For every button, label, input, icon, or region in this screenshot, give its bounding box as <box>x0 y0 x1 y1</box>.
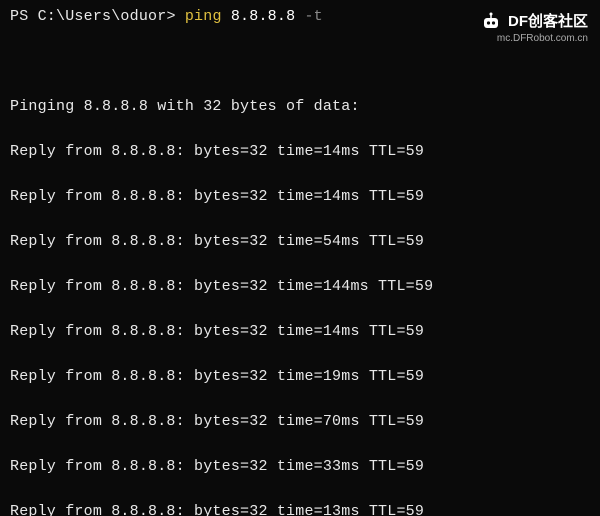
ping-header: Pinging 8.8.8.8 with 32 bytes of data: <box>10 96 590 119</box>
blank-line <box>10 51 590 74</box>
ping-reply: Reply from 8.8.8.8: bytes=32 time=144ms … <box>10 276 590 299</box>
watermark-sub: mc.DFRobot.com.cn <box>480 33 588 44</box>
terminal-output[interactable]: PS C:\Users\oduor> ping 8.8.8.8 -t Pingi… <box>0 0 600 516</box>
ping-reply: Reply from 8.8.8.8: bytes=32 time=19ms T… <box>10 366 590 389</box>
ping-reply: Reply from 8.8.8.8: bytes=32 time=14ms T… <box>10 141 590 164</box>
ping-reply: Reply from 8.8.8.8: bytes=32 time=14ms T… <box>10 186 590 209</box>
ping-reply: Reply from 8.8.8.8: bytes=32 time=13ms T… <box>10 501 590 516</box>
ping-reply: Reply from 8.8.8.8: bytes=32 time=33ms T… <box>10 456 590 479</box>
watermark-main: DF创客社区 <box>508 10 588 31</box>
watermark: DF创客社区 mc.DFRobot.com.cn <box>480 10 588 44</box>
ping-reply: Reply from 8.8.8.8: bytes=32 time=14ms T… <box>10 321 590 344</box>
robot-icon <box>480 12 502 30</box>
ping-reply: Reply from 8.8.8.8: bytes=32 time=70ms T… <box>10 411 590 434</box>
ping-reply: Reply from 8.8.8.8: bytes=32 time=54ms T… <box>10 231 590 254</box>
